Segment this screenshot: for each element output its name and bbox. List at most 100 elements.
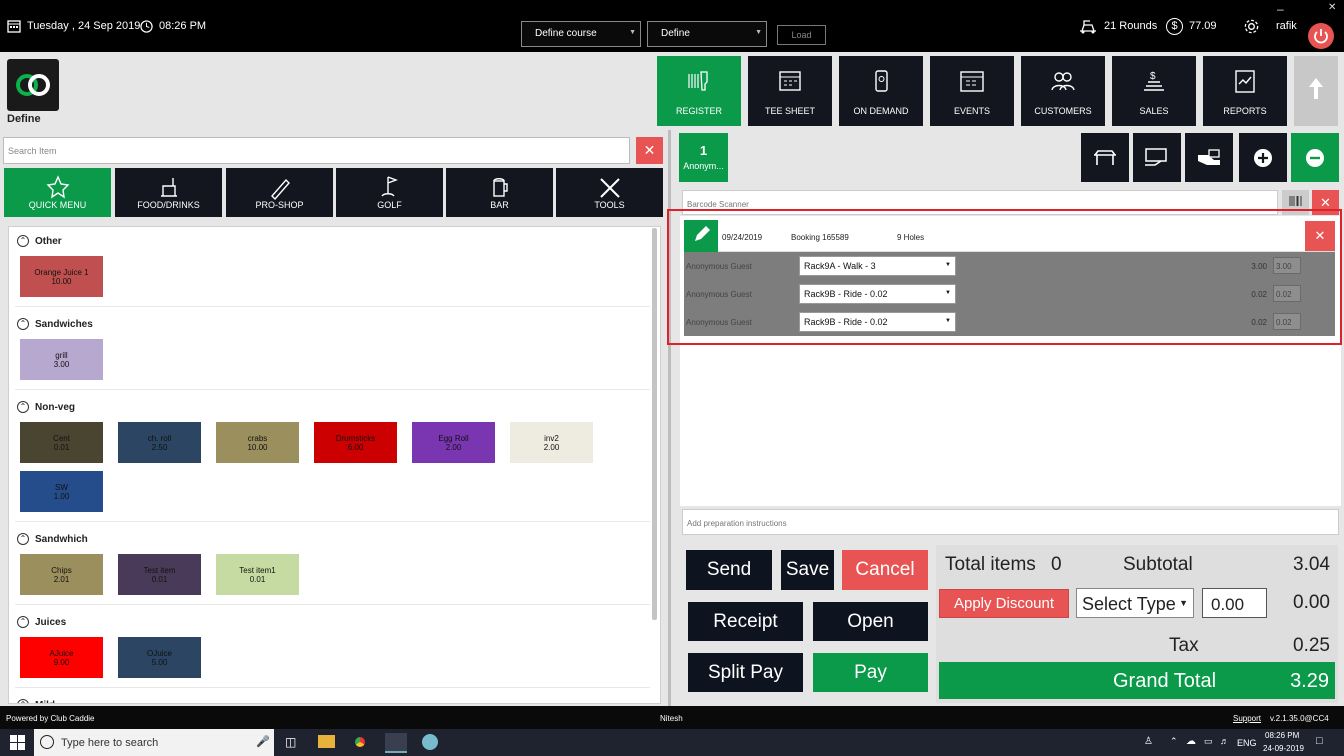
category-food-drinks-button[interactable]: FOOD/DRINKS bbox=[115, 168, 222, 217]
time-display: 08:26 PM bbox=[140, 0, 206, 52]
golf-cart-icon bbox=[1080, 20, 1096, 34]
power-button[interactable] bbox=[1308, 23, 1334, 49]
menu-item-tile[interactable]: Test item1 0.01 bbox=[216, 554, 299, 595]
support-link[interactable]: Support bbox=[1233, 714, 1261, 723]
task-view-icon[interactable]: ◫ bbox=[285, 735, 296, 749]
collapse-icon: ⌃ bbox=[17, 533, 29, 545]
paint-app-icon[interactable] bbox=[422, 734, 438, 750]
pay-button[interactable]: Pay bbox=[813, 653, 928, 692]
category-bar-button[interactable]: BAR bbox=[446, 168, 553, 217]
nav-label: SALES bbox=[1139, 106, 1169, 116]
apply-discount-button[interactable]: Apply Discount bbox=[939, 589, 1069, 618]
define-select[interactable]: Define ▼ bbox=[647, 21, 767, 47]
section-header[interactable]: ⌃ Sandwhich bbox=[17, 533, 88, 545]
menu-item-tile[interactable]: Cent 0.01 bbox=[20, 422, 103, 463]
taskbar-search[interactable]: Type here to search 🎤 bbox=[34, 729, 274, 756]
category-tools-button[interactable]: TOOLS bbox=[556, 168, 663, 217]
clock-date[interactable]: 24-09-2019 bbox=[1263, 744, 1304, 753]
nav-events-button[interactable]: EVENTS bbox=[930, 56, 1014, 126]
footer-user: Nitesh bbox=[660, 714, 683, 723]
file-explorer-icon[interactable] bbox=[318, 735, 335, 748]
language-indicator[interactable]: ENG bbox=[1237, 738, 1257, 748]
add-ticket-button[interactable] bbox=[1239, 133, 1287, 182]
close-window-button[interactable]: ✕ bbox=[1328, 2, 1336, 13]
menu-item-tile[interactable]: grill 3.00 bbox=[20, 339, 103, 380]
chevron-down-icon: ▼ bbox=[629, 29, 636, 36]
menu-item-tile[interactable]: AJuice 9.00 bbox=[20, 637, 103, 678]
ticket-tab[interactable]: 1 Anonym... bbox=[679, 133, 728, 182]
menu-item-price: 10.00 bbox=[247, 442, 268, 452]
volume-icon[interactable]: ♬ bbox=[1220, 736, 1229, 746]
split-pay-button[interactable]: Split Pay bbox=[688, 653, 803, 692]
brand-name: Define bbox=[7, 113, 41, 125]
remove-ticket-button[interactable] bbox=[1291, 133, 1339, 182]
menu-item-price: 6.00 bbox=[347, 442, 364, 452]
menu-item-tile[interactable]: OJuice 5.00 bbox=[118, 637, 201, 678]
close-icon: ✕ bbox=[1320, 195, 1331, 210]
section-divider bbox=[15, 521, 650, 522]
section-header[interactable]: ⌃ Sandwiches bbox=[17, 318, 93, 330]
people-icon[interactable]: ♙ bbox=[1144, 736, 1153, 747]
chrome-icon[interactable] bbox=[352, 734, 368, 750]
discount-type-select[interactable]: Select Type ▼ bbox=[1076, 588, 1194, 618]
send-button[interactable]: Send bbox=[686, 550, 772, 590]
network-icon[interactable]: ▭ bbox=[1204, 736, 1213, 747]
nav-customers-button[interactable]: CUSTOMERS bbox=[1021, 56, 1105, 126]
nav-label: EVENTS bbox=[953, 106, 990, 116]
menu-item-name: Egg Roll bbox=[438, 433, 469, 443]
menu-item-name: Chips bbox=[51, 565, 72, 575]
search-input[interactable]: Search Item bbox=[3, 137, 630, 164]
course-select[interactable]: Define course ▼ bbox=[521, 21, 641, 47]
section-header[interactable]: ⌃ Other bbox=[17, 235, 62, 247]
load-button[interactable]: Load bbox=[777, 25, 826, 45]
chevron-up-icon[interactable]: ⌃ bbox=[1170, 736, 1178, 747]
hand-card-button[interactable] bbox=[1133, 133, 1181, 182]
menu-item-tile[interactable]: SW 1.00 bbox=[20, 471, 103, 512]
clock-time[interactable]: 08:26 PM bbox=[1265, 731, 1299, 740]
category-label: BAR bbox=[490, 200, 509, 210]
table-button[interactable] bbox=[1081, 133, 1129, 182]
nav-reports-button[interactable]: REPORTS bbox=[1203, 56, 1287, 126]
menu-item-tile[interactable]: inv2 2.00 bbox=[510, 422, 593, 463]
preparation-instructions-input[interactable]: Add preparation instructions bbox=[682, 509, 1339, 535]
settings-button[interactable] bbox=[1243, 0, 1260, 52]
clear-search-button[interactable]: ✕ bbox=[636, 137, 663, 164]
nav-on-demand-button[interactable]: ON DEMAND bbox=[839, 56, 923, 126]
category-pro-shop-button[interactable]: PRO-SHOP bbox=[226, 168, 333, 217]
menu-item-tile[interactable]: Egg Roll 2.00 bbox=[412, 422, 495, 463]
section-header[interactable]: ⌃ Non-veg bbox=[17, 401, 75, 413]
minimize-button[interactable]: – bbox=[1277, 2, 1284, 16]
menu-item-tile[interactable]: Drumsticks 6.00 bbox=[314, 422, 397, 463]
nav-register-button[interactable]: REGISTER bbox=[657, 56, 741, 126]
menu-item-tile[interactable]: crabs 10.00 bbox=[216, 422, 299, 463]
nav-tee-sheet-button[interactable]: TEE SHEET bbox=[748, 56, 832, 126]
cancel-button[interactable]: Cancel bbox=[842, 550, 928, 590]
open-button[interactable]: Open bbox=[813, 602, 928, 641]
clock-icon bbox=[140, 19, 153, 33]
windows-start-button[interactable] bbox=[10, 735, 25, 753]
tax-label: Tax bbox=[1169, 635, 1199, 656]
transfer-button[interactable] bbox=[1185, 133, 1233, 182]
save-button[interactable]: Save bbox=[781, 550, 834, 590]
section-header[interactable]: ⌃ Mild bbox=[17, 699, 55, 703]
grand-total-value: 3.29 bbox=[1290, 670, 1329, 692]
category-golf-button[interactable]: GOLF bbox=[336, 168, 443, 217]
scroll-up-button[interactable] bbox=[1294, 56, 1338, 126]
menu-scrollbar[interactable] bbox=[652, 228, 657, 620]
windows-logo-icon bbox=[10, 735, 25, 750]
category-quick-menu-button[interactable]: QUICK MENU bbox=[4, 168, 111, 217]
booking-highlight bbox=[667, 209, 1342, 345]
hand-receive-icon bbox=[1198, 148, 1220, 165]
menu-item-tile[interactable]: Test item 0.01 bbox=[118, 554, 201, 595]
menu-item-tile[interactable]: Orange Juice 1 10.00 bbox=[20, 256, 103, 297]
receipt-button[interactable]: Receipt bbox=[688, 602, 803, 641]
menu-item-tile[interactable]: ch. roll 2.50 bbox=[118, 422, 201, 463]
discount-input[interactable]: 0.00 bbox=[1202, 588, 1267, 618]
section-title: Sandwhich bbox=[35, 533, 88, 545]
nav-sales-button[interactable]: $ SALES bbox=[1112, 56, 1196, 126]
section-header[interactable]: ⌃ Juices bbox=[17, 616, 66, 628]
events-icon bbox=[960, 71, 984, 92]
club-caddie-app-icon[interactable] bbox=[385, 733, 407, 753]
notifications-icon[interactable]: □ bbox=[1316, 735, 1323, 747]
menu-item-tile[interactable]: Chips 2.01 bbox=[20, 554, 103, 595]
